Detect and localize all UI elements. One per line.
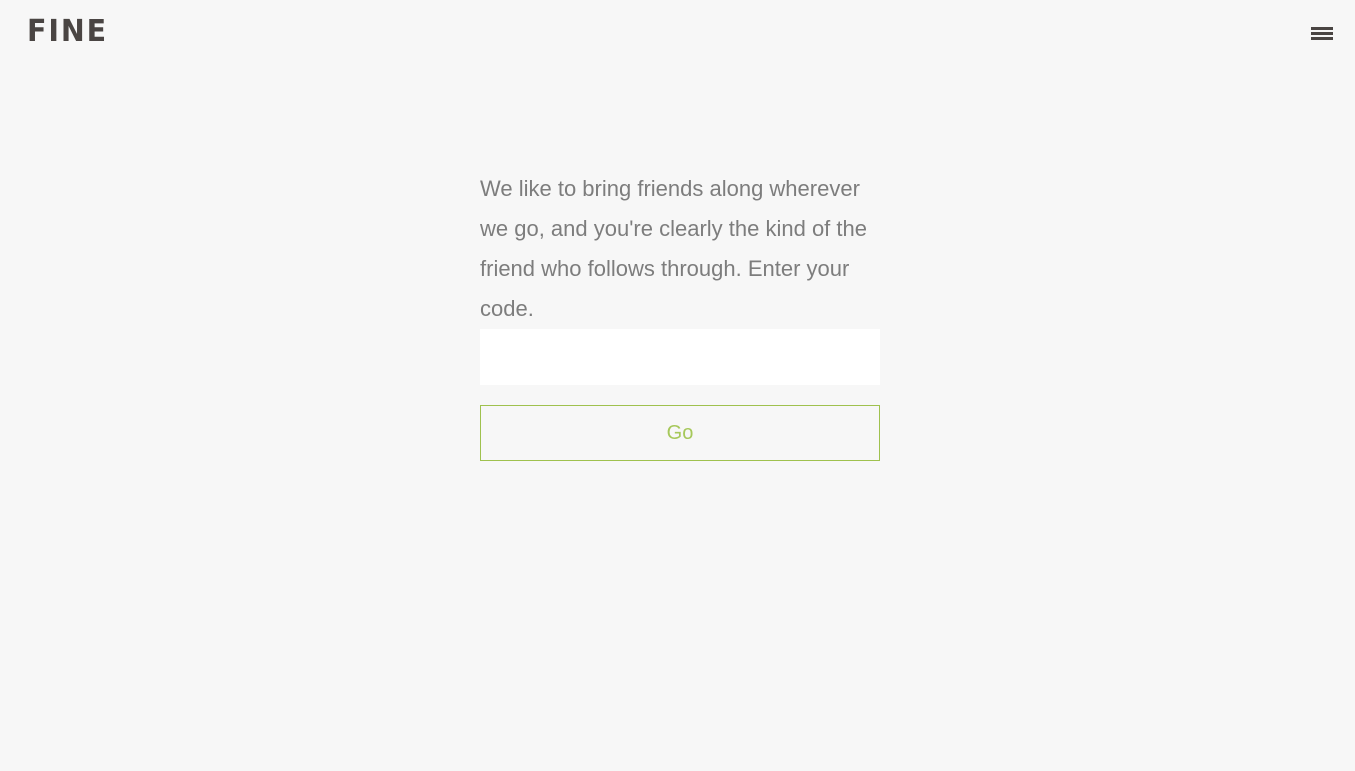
invite-message: We like to bring friends along wherever … <box>480 176 867 321</box>
menu-bar <box>1311 27 1333 30</box>
menu-bar <box>1311 32 1333 35</box>
code-entry-panel: We like to bring friends along wherever … <box>480 169 880 461</box>
menu-bar <box>1311 37 1333 40</box>
hamburger-menu-icon[interactable] <box>1308 24 1336 44</box>
logo[interactable]: FINE <box>27 16 108 48</box>
code-input[interactable] <box>480 329 880 385</box>
go-button[interactable]: Go <box>480 405 880 461</box>
